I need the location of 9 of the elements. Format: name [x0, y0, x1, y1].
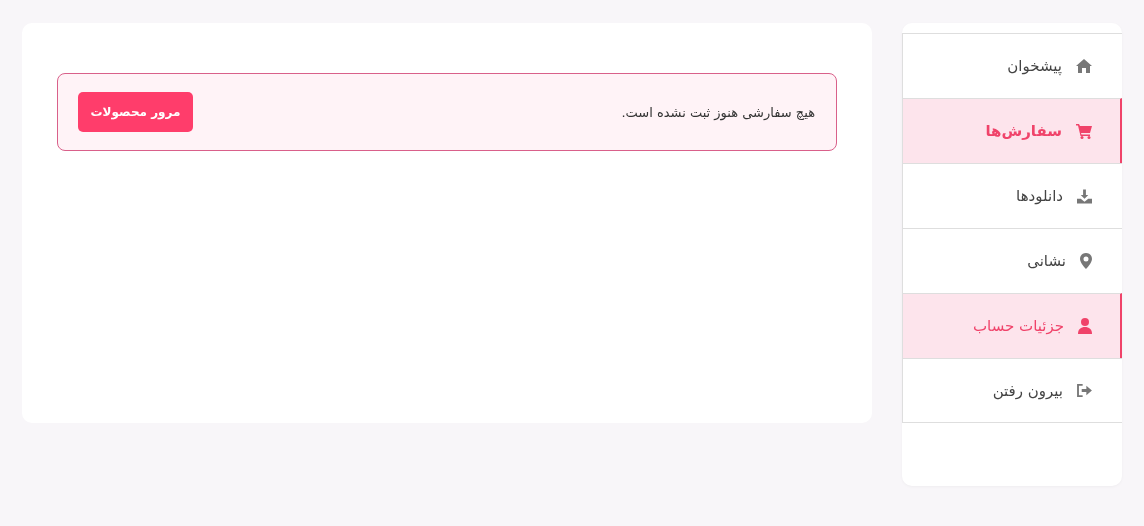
user-icon [1078, 318, 1092, 334]
menu-item[interactable]: دانلودها [902, 163, 1122, 228]
location-pin-icon [1080, 253, 1092, 269]
home-icon [1076, 59, 1092, 73]
download-icon [1077, 188, 1092, 204]
notice-message: هیچ سفارشی هنوز ثبت نشده است. [621, 104, 815, 120]
menu-item[interactable]: بیرون رفتن [902, 358, 1122, 423]
cart-icon [1076, 123, 1092, 139]
logout-icon [1077, 384, 1092, 397]
